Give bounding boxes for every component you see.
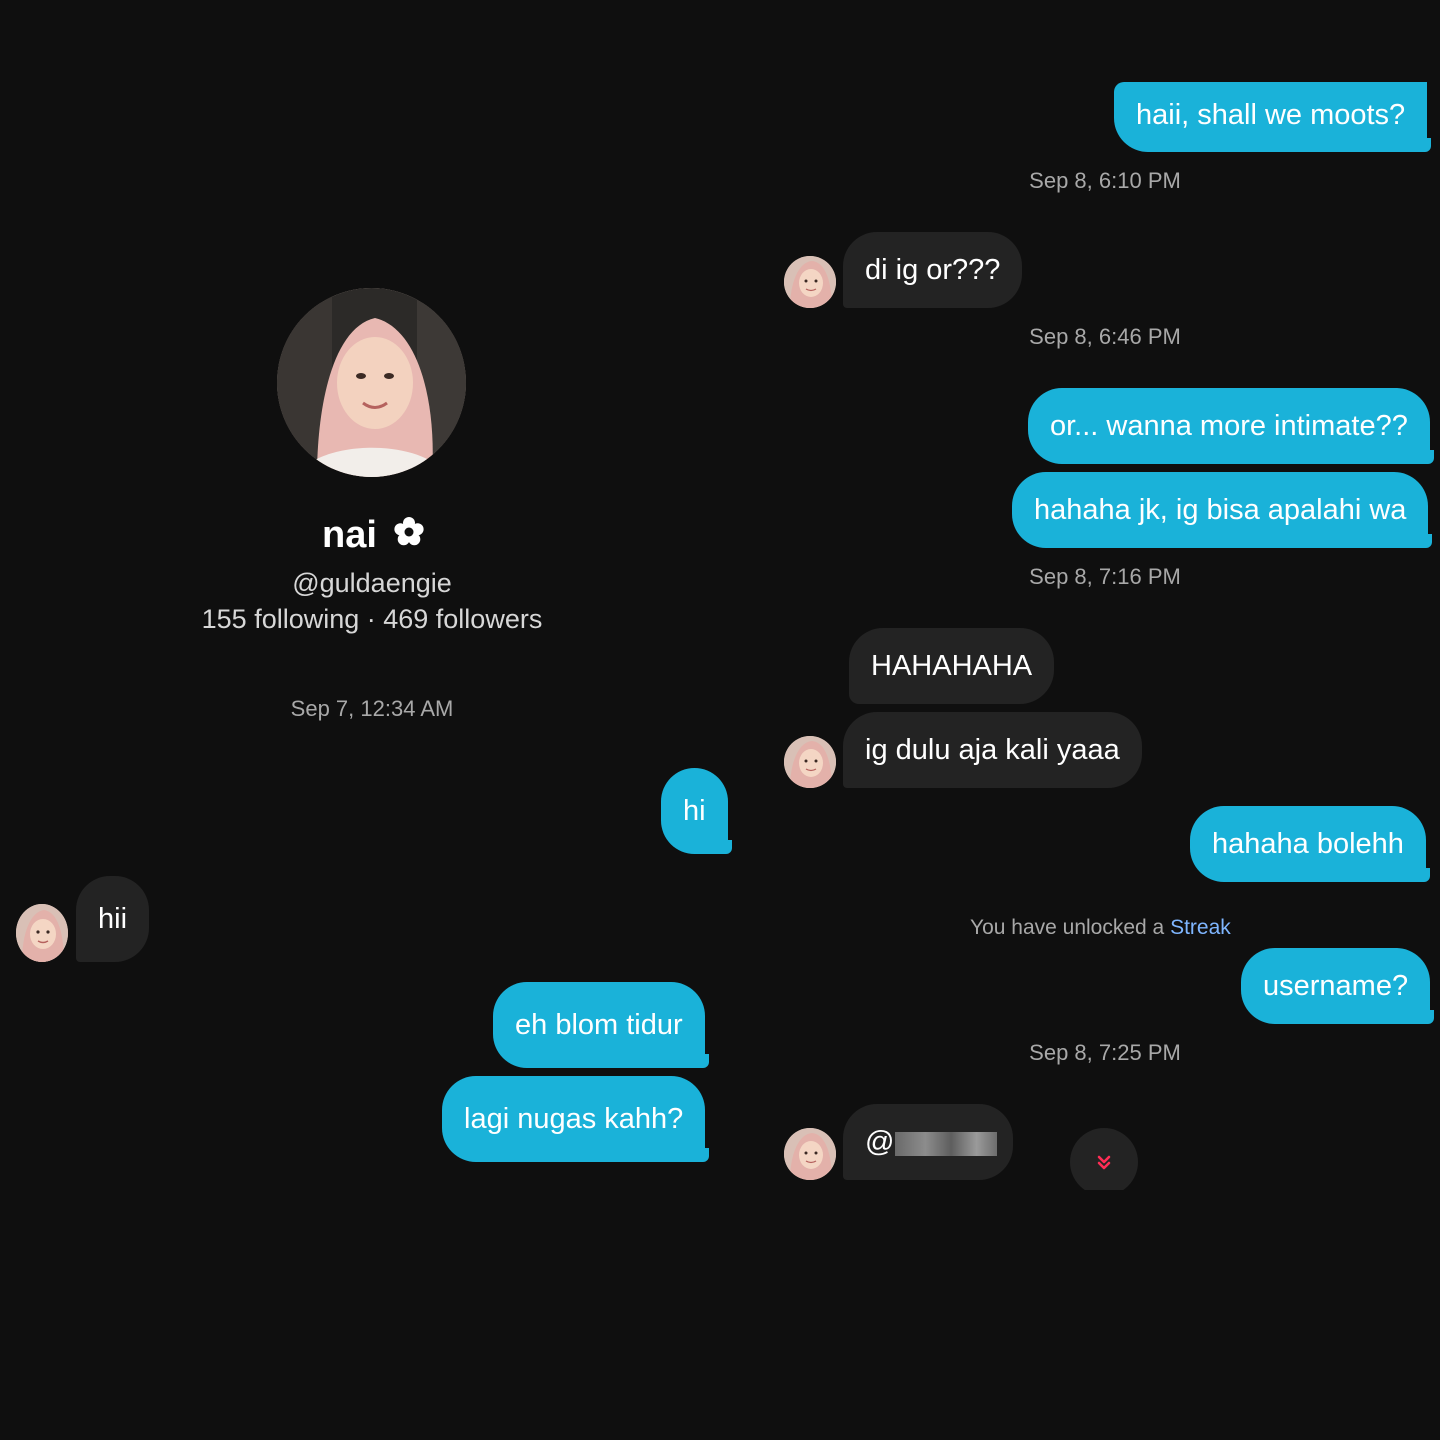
chevrons-down-icon — [1097, 1155, 1111, 1170]
message-text: lagi nugas kahh? — [464, 1103, 684, 1135]
message-sent[interactable]: hahaha bolehh — [1190, 806, 1430, 882]
message-sent[interactable]: hi — [661, 768, 732, 854]
message-received[interactable]: hii — [76, 876, 150, 962]
profile-photo — [277, 288, 466, 477]
message-sent[interactable]: hahaha jk, ig bisa apalahi wa — [1012, 472, 1433, 548]
profile-handle: @guldaengie — [292, 568, 452, 598]
contact-photo — [784, 736, 836, 788]
contact-avatar[interactable] — [784, 256, 836, 308]
message-sent[interactable]: or... wanna more intimate?? — [1028, 388, 1434, 464]
message-text: or... wanna more intimate?? — [1050, 410, 1408, 442]
profile-stats: 155 following · 469 followers — [201, 604, 543, 634]
contact-photo — [784, 1128, 836, 1180]
scroll-to-bottom-button[interactable] — [1070, 1128, 1138, 1196]
message-received[interactable]: HAHAHAHA — [849, 628, 1055, 704]
contact-photo — [16, 904, 68, 962]
timestamp: Sep 8, 6:10 PM — [1029, 168, 1181, 193]
message-text: di ig or??? — [865, 254, 1001, 286]
streak-notice: You have unlocked a Streak — [970, 916, 1231, 940]
message-sent[interactable]: username? — [1241, 948, 1435, 1024]
message-sent[interactable]: haii, shall we moots? — [1114, 82, 1432, 152]
profile-name-row: nai — [322, 514, 425, 558]
contact-avatar[interactable] — [16, 904, 68, 962]
collage-bottom-mask — [0, 1190, 1440, 1440]
streak-notice-text: You have unlocked a — [970, 916, 1171, 939]
flower-icon — [393, 515, 425, 558]
timestamp: Sep 8, 7:25 PM — [1029, 1040, 1181, 1065]
message-received-username[interactable]: @r — [843, 1104, 1013, 1180]
message-text: eh blom tidur — [515, 1009, 683, 1041]
message-text: hii — [98, 903, 128, 935]
contact-avatar[interactable] — [784, 736, 836, 788]
screenshot-collage: nai @guldaengie 155 following · 469 foll… — [0, 0, 1440, 1440]
profile-name: nai — [322, 514, 377, 556]
redacted-username — [895, 1132, 997, 1156]
message-text: username? — [1263, 970, 1409, 1002]
contact-photo — [784, 256, 836, 308]
message-text: ig dulu aja kali yaaa — [865, 734, 1120, 766]
message-sent[interactable]: eh blom tidur — [493, 982, 709, 1068]
message-text: hahaha jk, ig bisa apalahi wa — [1034, 494, 1407, 526]
message-text: haii, shall we moots? — [1136, 99, 1406, 131]
message-text: hahaha bolehh — [1212, 828, 1404, 860]
contact-avatar[interactable] — [784, 1128, 836, 1180]
timestamp: Sep 7, 12:34 AM — [290, 696, 454, 721]
message-received[interactable]: ig dulu aja kali yaaa — [843, 712, 1142, 788]
message-text: HAHAHAHA — [871, 650, 1033, 682]
profile-avatar[interactable] — [277, 288, 466, 477]
message-received[interactable]: di ig or??? — [843, 232, 1023, 308]
timestamp: Sep 8, 6:46 PM — [1029, 324, 1181, 349]
message-sent[interactable]: lagi nugas kahh? — [442, 1076, 710, 1162]
streak-link[interactable]: Streak — [1170, 916, 1231, 939]
timestamp: Sep 8, 7:16 PM — [1029, 564, 1181, 589]
message-text: hi — [683, 795, 706, 827]
